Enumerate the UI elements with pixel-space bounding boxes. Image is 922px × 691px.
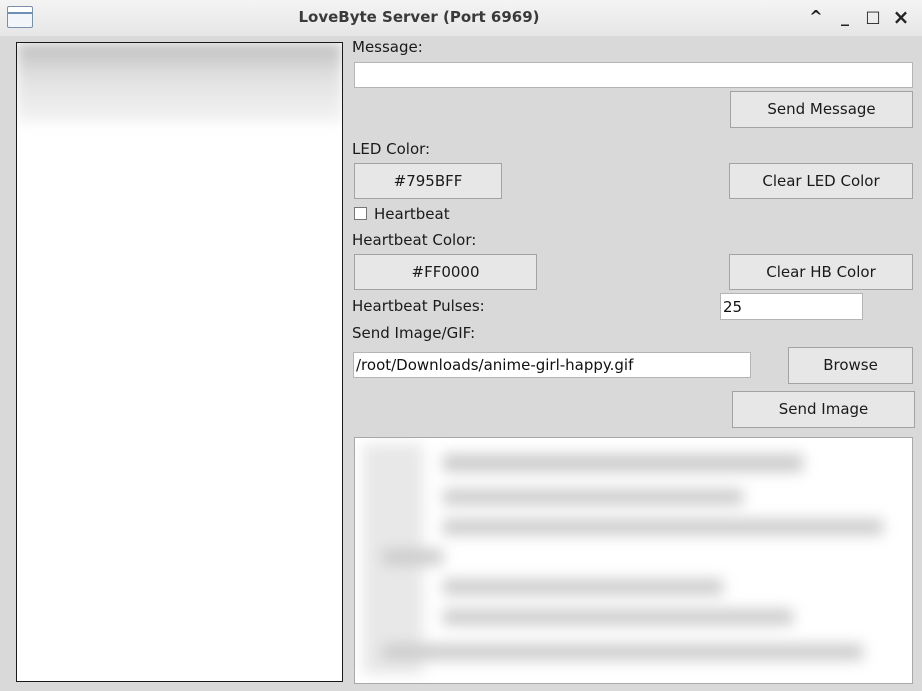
heartbeat-color-button[interactable]: #FF0000 [354, 254, 537, 290]
maximize-icon[interactable]: □ [862, 6, 884, 28]
image-path-input[interactable] [353, 352, 751, 378]
led-color-label: LED Color: [352, 140, 431, 158]
minimize-icon[interactable]: _ [834, 6, 856, 28]
clear-led-color-button[interactable]: Clear LED Color [729, 163, 913, 199]
shade-window-icon[interactable]: ^ [805, 6, 827, 28]
send-image-button[interactable]: Send Image [732, 391, 915, 428]
title-bar: LoveByte Server (Port 6969) ^ _ □ × [0, 0, 922, 37]
blurred-client-entry [17, 43, 342, 123]
led-color-button[interactable]: #795BFF [354, 163, 502, 199]
blurred-log-content [363, 444, 908, 674]
heartbeat-pulses-input[interactable] [720, 293, 863, 320]
message-label: Message: [352, 38, 423, 56]
send-message-button[interactable]: Send Message [730, 91, 913, 128]
heartbeat-pulses-label: Heartbeat Pulses: [352, 297, 485, 315]
heartbeat-color-label: Heartbeat Color: [352, 231, 477, 249]
message-input[interactable] [354, 62, 913, 88]
heartbeat-checkbox-label: Heartbeat [374, 205, 450, 223]
close-icon[interactable]: × [890, 6, 912, 28]
window-title: LoveByte Server (Port 6969) [298, 8, 540, 26]
browse-button[interactable]: Browse [788, 347, 913, 384]
send-image-label: Send Image/GIF: [352, 324, 476, 342]
client-list-panel[interactable] [16, 42, 343, 682]
heartbeat-checkbox[interactable] [354, 207, 367, 220]
clear-hb-color-button[interactable]: Clear HB Color [729, 254, 913, 290]
log-output-panel[interactable] [354, 437, 913, 684]
